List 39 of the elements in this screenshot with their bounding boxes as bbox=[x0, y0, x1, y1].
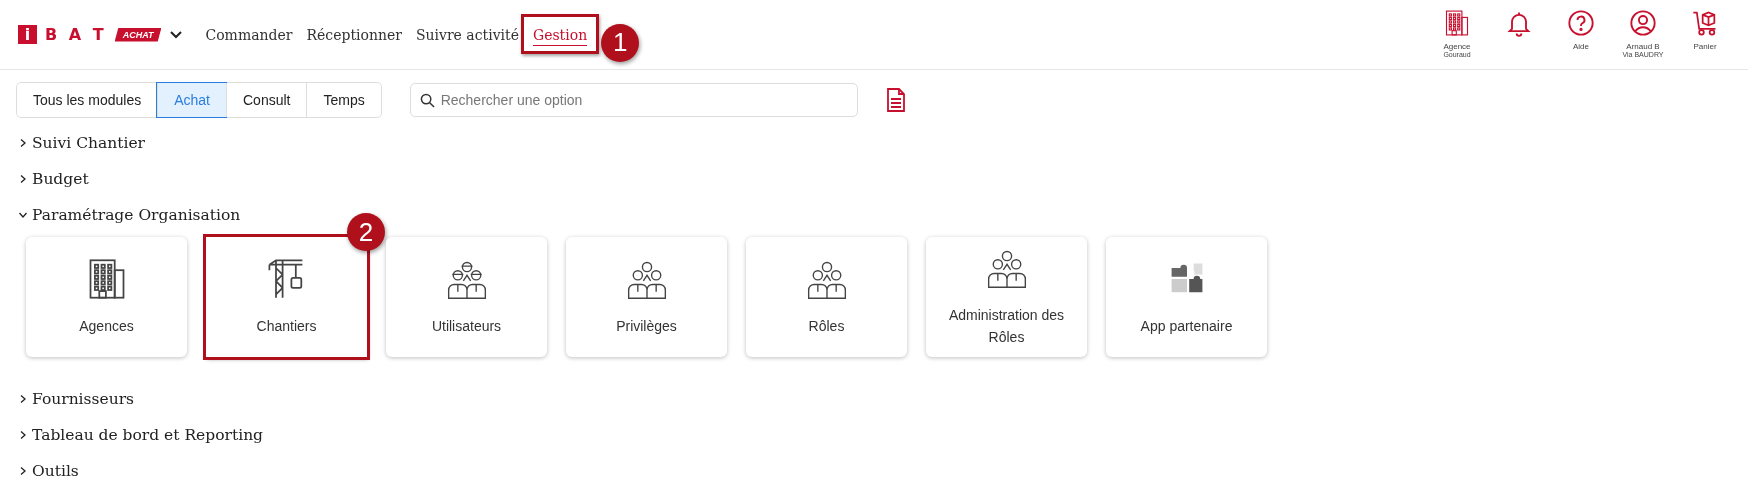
nav-link[interactable]: Commander bbox=[205, 26, 293, 45]
logo-badge: ACHAT bbox=[114, 27, 162, 42]
action-label[interactable]: Agence bbox=[1443, 42, 1471, 51]
nav-link[interactable]: Gestion bbox=[532, 26, 588, 46]
section-header[interactable]: Tableau de bord et Reporting bbox=[18, 417, 264, 453]
section-header[interactable]: Budget bbox=[18, 161, 89, 197]
nav-link[interactable]: Réceptionner bbox=[306, 26, 402, 45]
user-icon bbox=[1629, 8, 1657, 37]
step-badge: 1 bbox=[601, 23, 640, 62]
chevron-icon bbox=[18, 138, 28, 148]
chevron-icon bbox=[18, 430, 28, 440]
step-badge: 2 bbox=[347, 213, 385, 251]
logo-mark: i bbox=[18, 25, 37, 44]
section-header[interactable]: Fournisseurs bbox=[18, 381, 134, 417]
module-tile[interactable]: Rôles bbox=[746, 237, 907, 357]
logo-text: B A T bbox=[45, 25, 107, 44]
module-tile[interactable]: App partenaire bbox=[1106, 237, 1267, 357]
section-header[interactable]: Paramétrage Organisation bbox=[18, 197, 241, 233]
module-tile[interactable]: Agences bbox=[26, 237, 187, 357]
chevron-icon bbox=[18, 210, 28, 220]
action-label[interactable]: Panier bbox=[1693, 42, 1717, 51]
caret-icon[interactable] bbox=[169, 29, 184, 40]
search-field[interactable]: Rechercher une option bbox=[409, 82, 858, 117]
nav-link[interactable]: Suivre activité bbox=[415, 26, 519, 45]
section-header[interactable]: Outils bbox=[18, 453, 79, 489]
module-tab[interactable]: Achat bbox=[157, 82, 226, 117]
module-tab[interactable]: Temps bbox=[306, 82, 381, 117]
section-header[interactable]: Suivi Chantier bbox=[18, 125, 146, 161]
chevron-icon bbox=[18, 174, 28, 184]
module-tile[interactable]: Privilèges bbox=[566, 237, 727, 357]
chevron-icon bbox=[18, 394, 28, 404]
action-label[interactable]: Arnaud B bbox=[1626, 42, 1660, 51]
module-tile[interactable]: Administration des Rôles bbox=[926, 237, 1087, 357]
chevron-icon bbox=[18, 466, 28, 476]
action-label[interactable]: Aide bbox=[1573, 42, 1589, 51]
building-icon bbox=[1443, 8, 1471, 37]
help-icon bbox=[1567, 8, 1595, 37]
document-icon[interactable] bbox=[885, 87, 906, 112]
module-tile[interactable]: Utilisateurs bbox=[386, 237, 547, 357]
